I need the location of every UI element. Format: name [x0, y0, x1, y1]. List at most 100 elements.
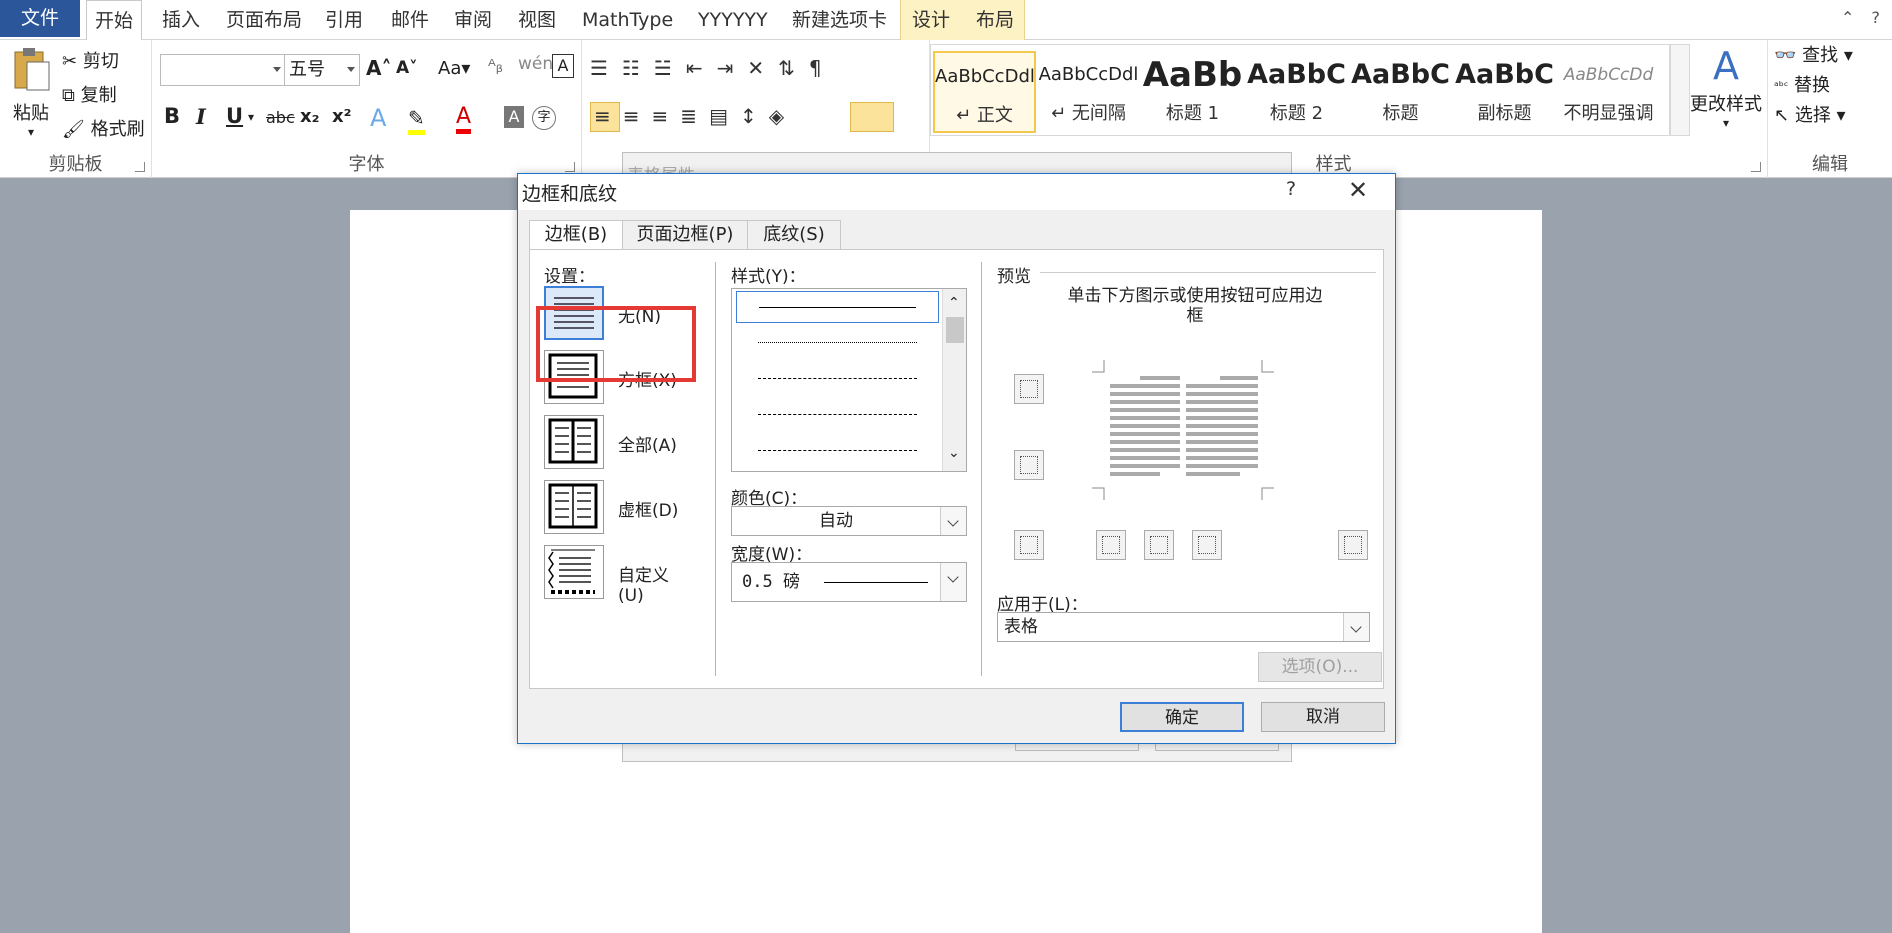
align-right-icon[interactable]: ≡	[652, 104, 681, 128]
multilevel-list-icon[interactable]: ☱	[654, 56, 686, 80]
diagonal-down-border-button[interactable]	[1338, 530, 1368, 560]
width-dropdown[interactable]: 0.5 磅	[731, 562, 967, 602]
char-shading-icon[interactable]: A	[504, 106, 524, 128]
ok-button[interactable]: 确定	[1120, 702, 1244, 732]
clipboard-launcher-icon[interactable]	[135, 162, 145, 172]
font-color-icon[interactable]: A	[456, 104, 472, 134]
font-launcher-icon[interactable]	[565, 162, 575, 172]
scroll-thumb[interactable]	[946, 317, 964, 343]
styles-launcher-icon[interactable]	[1751, 162, 1761, 172]
superscript-button[interactable]: x²	[332, 106, 352, 127]
line-style-dash-dot[interactable]	[736, 435, 939, 467]
tab-page-borders[interactable]: 页面边框(P)	[622, 220, 748, 250]
tab-layout[interactable]: 布局	[968, 0, 1023, 40]
numbering-icon[interactable]: ☷	[622, 56, 654, 80]
align-center-icon[interactable]: ≡	[623, 104, 652, 128]
decrease-indent-icon[interactable]: ⇤	[686, 56, 717, 80]
shading-icon[interactable]: ◈	[769, 104, 796, 128]
tab-page-layout[interactable]: 页面布局	[218, 0, 310, 40]
tab-design[interactable]: 设计	[904, 0, 959, 40]
phonetic-guide-icon[interactable]: wén	[518, 54, 553, 74]
tab-file[interactable]: 文件	[0, 0, 80, 37]
tab-review[interactable]: 审阅	[446, 0, 500, 40]
tab-borders[interactable]: 边框(B)	[529, 220, 623, 251]
top-border-button[interactable]	[1014, 374, 1044, 404]
style-normal[interactable]: AaBbCcDdl ↵ 正文	[933, 51, 1036, 133]
right-border-button[interactable]	[1192, 530, 1222, 560]
line-style-small-dash[interactable]	[736, 363, 939, 395]
style-heading-2[interactable]: AaBbC 标题 2	[1245, 51, 1348, 133]
tab-mailings[interactable]: 邮件	[383, 0, 437, 40]
color-dropdown-arrow-icon[interactable]	[940, 507, 966, 535]
bold-button[interactable]: B	[164, 104, 180, 128]
style-heading-1[interactable]: AaBb 标题 1	[1141, 51, 1244, 133]
tab-shading[interactable]: 底纹(S)	[747, 220, 841, 250]
tab-insert[interactable]: 插入	[154, 0, 208, 40]
clear-format-icon[interactable]: ᴬᵦ	[488, 56, 503, 77]
underline-dropdown-icon[interactable]: ▾	[248, 110, 254, 124]
line-spacing-icon[interactable]: ↕	[740, 104, 769, 128]
cut-button[interactable]: ✂ 剪切	[62, 48, 119, 76]
style-no-spacing[interactable]: AaBbCcDdl ↵ 无间隔	[1037, 51, 1140, 133]
style-subtitle[interactable]: AaBbC 副标题	[1453, 51, 1556, 133]
style-title[interactable]: AaBbC 标题	[1349, 51, 1452, 133]
inside-horizontal-border-button[interactable]	[1014, 450, 1044, 480]
tab-new[interactable]: 新建选项卡	[784, 0, 895, 40]
align-left-icon[interactable]: ≡	[594, 104, 623, 128]
setting-custom[interactable]: 自定义(U)	[544, 545, 694, 606]
tab-home[interactable]: 开始	[86, 0, 143, 41]
grow-font-button[interactable]: A˄	[366, 56, 391, 80]
tab-references[interactable]: 引用	[317, 0, 371, 40]
line-style-list[interactable]: ⌃ ⌄	[731, 288, 967, 472]
close-button[interactable]: ✕	[1348, 176, 1368, 204]
cancel-button[interactable]: 取消	[1261, 702, 1385, 732]
char-border-icon[interactable]: A	[552, 54, 574, 78]
paste-button[interactable]: 粘贴 ▾	[6, 44, 56, 139]
setting-all[interactable]: 全部(A)	[544, 415, 694, 469]
change-case-button[interactable]: Aa▾	[438, 58, 470, 79]
scroll-up-icon[interactable]: ⌃	[948, 295, 960, 311]
shrink-font-button[interactable]: A˅	[396, 58, 418, 78]
border-preview-diagram[interactable]	[1090, 360, 1276, 500]
chinese-layout-icon[interactable]: ✕	[747, 56, 778, 80]
sort-icon[interactable]: ⇅	[778, 56, 809, 80]
line-style-dash[interactable]	[736, 399, 939, 431]
help-button[interactable]: ?	[1286, 178, 1296, 200]
apply-to-dropdown-arrow-icon[interactable]	[1343, 613, 1369, 641]
paste-dropdown-icon[interactable]: ▾	[6, 125, 56, 139]
italic-button[interactable]: I	[196, 104, 206, 129]
tab-yyyyyy[interactable]: YYYYYY	[690, 0, 776, 40]
show-marks-icon[interactable]: ¶	[809, 56, 836, 80]
borders-button[interactable]	[850, 102, 894, 132]
color-dropdown[interactable]: 自动	[731, 506, 967, 536]
select-button[interactable]: ↖ 选择 ▾	[1774, 102, 1846, 130]
width-dropdown-arrow-icon[interactable]	[940, 563, 966, 601]
tab-mathtype[interactable]: MathType	[574, 0, 681, 40]
line-style-scrollbar[interactable]: ⌃ ⌄	[942, 289, 966, 471]
text-effects-icon[interactable]: A	[370, 104, 386, 132]
distributed-icon[interactable]: ▤	[709, 104, 740, 128]
apply-to-dropdown[interactable]: 表格	[997, 612, 1370, 642]
bullets-icon[interactable]: ☰	[590, 56, 622, 80]
format-painter-button[interactable]: 🖌 格式刷	[62, 116, 145, 144]
style-subtle-emphasis[interactable]: AaBbCcDd 不明显强调	[1557, 51, 1660, 133]
font-name-combo[interactable]	[160, 54, 286, 86]
style-gallery-scroll[interactable]	[1670, 44, 1690, 136]
subscript-button[interactable]: x₂	[300, 106, 320, 127]
diagonal-up-border-button[interactable]	[1014, 530, 1044, 560]
change-styles-button[interactable]: A 更改样式 ▾	[1690, 44, 1762, 130]
find-button[interactable]: 👓 查找 ▾	[1774, 42, 1853, 70]
underline-button[interactable]: U	[226, 104, 243, 128]
increase-indent-icon[interactable]: ⇥	[717, 56, 748, 80]
strikethrough-button[interactable]: abc	[266, 108, 295, 127]
font-size-combo[interactable]: 五号	[284, 54, 360, 86]
justify-icon[interactable]: ≣	[680, 104, 709, 128]
tab-view[interactable]: 视图	[510, 0, 564, 40]
ribbon-minimize-icon[interactable]: ⌃ ?	[1841, 8, 1886, 27]
highlight-icon[interactable]: ✎	[408, 106, 425, 135]
scroll-down-icon[interactable]: ⌄	[948, 445, 960, 461]
line-style-solid[interactable]	[736, 291, 939, 323]
replace-button[interactable]: ᵃᵇᶜ 替换	[1774, 72, 1830, 100]
left-border-button[interactable]	[1096, 530, 1126, 560]
line-style-dotted[interactable]	[736, 327, 939, 359]
